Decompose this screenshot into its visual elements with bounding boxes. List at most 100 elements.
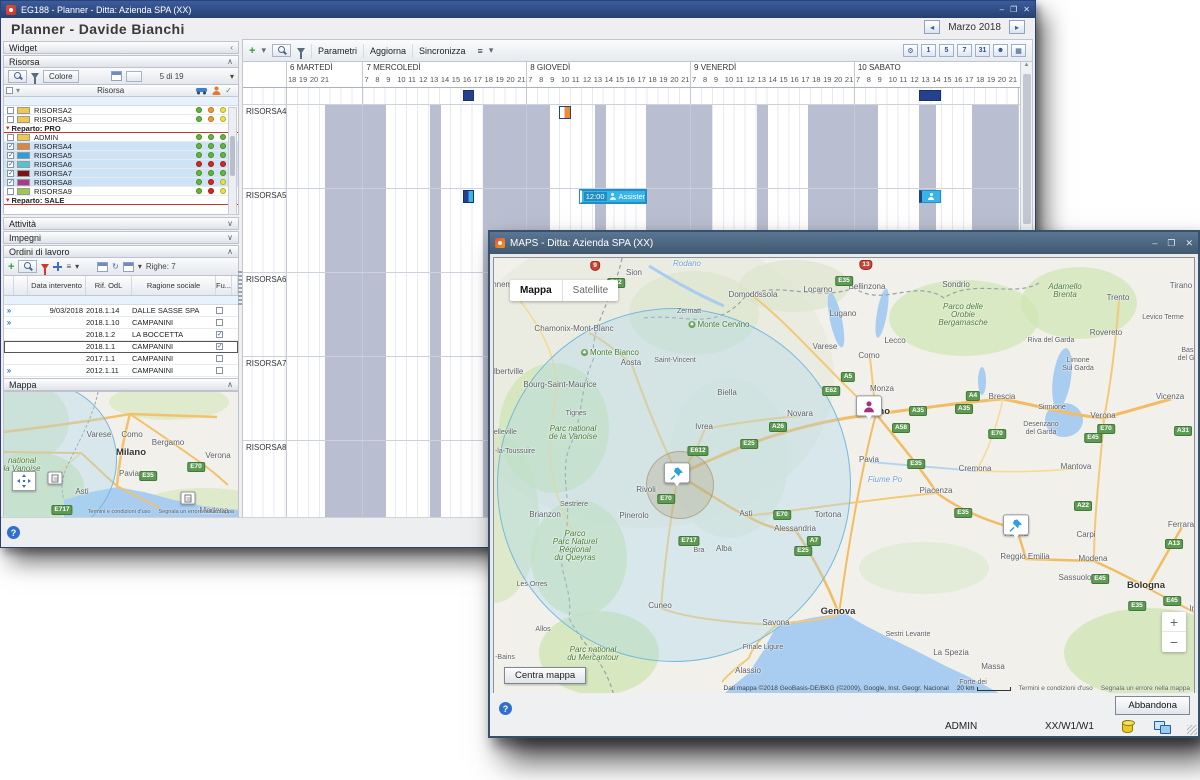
tab-mappa[interactable]: Mappa	[510, 280, 563, 301]
network-icon[interactable]	[1154, 721, 1170, 733]
collapse-triangle-icon[interactable]: ▾	[6, 124, 10, 132]
odl-column-header[interactable]	[14, 276, 28, 295]
odl-checkbox[interactable]	[216, 319, 223, 326]
odl-filter-row[interactable]	[4, 296, 238, 305]
odl-row[interactable]: »2018.1.10CAMPANINI	[4, 317, 238, 329]
next-month-button[interactable]: ▸	[1009, 20, 1025, 34]
move-icon[interactable]	[53, 262, 62, 271]
row-checkbox[interactable]	[7, 116, 14, 123]
terms-link[interactable]: Termini e condizioni d'uso	[88, 509, 151, 515]
row-checkbox[interactable]	[7, 134, 14, 141]
prev-month-button[interactable]: ◂	[924, 20, 940, 34]
colore-button[interactable]: Colore	[43, 70, 79, 83]
gantt-event[interactable]	[919, 190, 941, 203]
risorsa-panel-header[interactable]: Risorsa ∧	[3, 55, 239, 68]
odl-column-header[interactable]: Fu...	[216, 276, 232, 295]
gantt-button-parametri[interactable]: Parametri	[311, 44, 363, 58]
view-1-days-icon[interactable]: 1	[921, 44, 936, 57]
odl-row[interactable]: 2018.1.1CAMPANINI✓	[4, 341, 238, 353]
abbandona-button[interactable]: Abbandona	[1115, 696, 1190, 715]
view-7-days-icon[interactable]: 7	[957, 44, 972, 57]
report-error-link[interactable]: Segnala un errore nella mappa	[1101, 685, 1190, 692]
view-resources-icon[interactable]: ☻	[993, 44, 1008, 57]
search-button[interactable]	[272, 44, 291, 57]
chevron-down-icon[interactable]: ∨	[227, 233, 233, 242]
blank-button[interactable]	[126, 71, 142, 82]
vscroll-thumb[interactable]	[1023, 74, 1031, 224]
row-checkbox[interactable]: ✓	[7, 170, 14, 177]
document-marker[interactable]	[48, 472, 63, 485]
filter-icon[interactable]	[297, 48, 305, 54]
odl-checkbox[interactable]	[216, 307, 223, 314]
database-icon[interactable]	[1122, 720, 1133, 733]
refresh-icon[interactable]: ↻	[112, 262, 119, 271]
planner-titlebar[interactable]: EG188 - Planner - Ditta: Azienda SPA (XX…	[1, 1, 1035, 18]
chevron-down-icon[interactable]: ∨	[227, 219, 233, 228]
terms-link[interactable]: Termini e condizioni d'uso	[1019, 685, 1093, 692]
odl-column-header[interactable]	[4, 276, 14, 295]
widget-panel-header[interactable]: Widget ‹	[3, 41, 239, 54]
pin-marker[interactable]	[664, 462, 690, 483]
help-icon[interactable]: ?	[499, 702, 512, 715]
gantt-button-sincronizza[interactable]: Sincronizza	[412, 44, 472, 58]
pan-button[interactable]	[12, 471, 36, 491]
view-31-days-icon[interactable]: 31	[975, 44, 990, 57]
reschedule-icon[interactable]: »	[4, 318, 14, 327]
odl-column-header[interactable]: Ragione sociale	[132, 276, 216, 295]
calendar-icon[interactable]	[97, 262, 108, 272]
gantt-event[interactable]	[463, 190, 474, 203]
calendar-icon[interactable]	[111, 71, 122, 81]
mappa-panel-header[interactable]: Mappa ∧	[3, 378, 239, 391]
chevron-up-icon[interactable]: ∧	[227, 380, 233, 389]
attivita-panel-header[interactable]: Attività ∨	[3, 217, 239, 230]
row-checkbox[interactable]: ✓	[7, 143, 14, 150]
minimize-icon[interactable]: –	[1152, 238, 1157, 249]
minimize-icon[interactable]: –	[1000, 5, 1004, 14]
zoom-out-button[interactable]: −	[1162, 632, 1186, 652]
table-filter-icon[interactable]	[123, 262, 134, 272]
risorsa-grid-header[interactable]: ▾ Risorsa ✓	[4, 85, 238, 97]
odl-checkbox[interactable]	[216, 367, 223, 374]
mini-map[interactable]: VareseComoMilanoBergamoVeronaPaviaAstiMo…	[3, 391, 239, 518]
close-icon[interactable]: ✕	[1185, 238, 1193, 249]
maps-titlebar[interactable]: MAPS - Ditta: Azienda SPA (XX) – ❐ ✕	[490, 232, 1198, 254]
odl-panel-header[interactable]: Ordini di lavoro ∧	[3, 245, 239, 258]
reschedule-icon[interactable]: »	[4, 306, 14, 315]
row-checkbox[interactable]	[7, 107, 14, 114]
odl-row[interactable]: »9/03/20182018.1.14DALLE SASSE SPA	[4, 305, 238, 317]
chevron-down-icon[interactable]: ▾	[75, 262, 79, 271]
sort-icon[interactable]: ▾	[16, 86, 26, 95]
risorsa-column-header[interactable]: Risorsa	[26, 86, 195, 95]
chevron-up-icon[interactable]: ∧	[227, 247, 233, 256]
filter-active-icon[interactable]	[41, 264, 49, 270]
scroll-up-icon[interactable]: ▲	[1024, 62, 1030, 68]
impegni-panel-header[interactable]: Impegni ∨	[3, 231, 239, 244]
row-checkbox[interactable]: ✓	[7, 161, 14, 168]
row-checkbox[interactable]	[7, 188, 14, 195]
search-button[interactable]	[8, 70, 27, 83]
odl-column-header[interactable]: Rif. OdL	[86, 276, 132, 295]
pin-marker[interactable]	[1003, 514, 1029, 535]
search-button[interactable]	[18, 260, 37, 273]
odl-checkbox[interactable]: ✓	[216, 343, 223, 350]
risorsa-filter-row[interactable]	[4, 97, 238, 106]
filter-icon[interactable]	[31, 73, 39, 79]
odl-checkbox[interactable]: ✓	[216, 331, 223, 338]
gantt-event[interactable]: 12:00Assistenza	[580, 190, 647, 203]
select-all-checkbox[interactable]	[6, 87, 13, 94]
person-marker[interactable]	[856, 395, 882, 416]
report-error-link[interactable]: Segnala un errore nella mappa	[158, 509, 234, 515]
gantt-button-aggiorna[interactable]: Aggiorna	[363, 44, 412, 58]
chevron-up-icon[interactable]: ∧	[227, 57, 233, 66]
zoom-in-button[interactable]: +	[1162, 612, 1186, 632]
collapse-sidebar-icon[interactable]: ‹	[230, 43, 233, 52]
odl-row[interactable]: 2017.1.1CAMPANINI	[4, 353, 238, 365]
add-icon[interactable]: +	[8, 263, 14, 271]
chevron-down-icon[interactable]: ▾	[230, 72, 234, 81]
restore-icon[interactable]: ❐	[1010, 5, 1017, 14]
document-marker[interactable]	[181, 492, 196, 505]
collapse-triangle-icon[interactable]: ▾	[6, 196, 10, 204]
reschedule-icon[interactable]: »	[4, 366, 14, 375]
chevron-down-icon[interactable]: ▾	[489, 45, 494, 56]
close-icon[interactable]: ✕	[1023, 5, 1030, 14]
